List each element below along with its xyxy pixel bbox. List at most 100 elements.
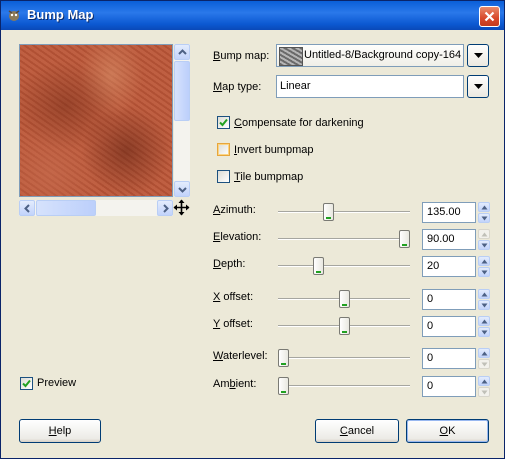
ambient-slider-track[interactable] — [278, 385, 410, 387]
spin-down-arrow-icon — [481, 243, 488, 248]
chevron-right-icon — [163, 204, 169, 213]
spin-down-button[interactable] — [478, 240, 490, 250]
depth-slider-handle[interactable] — [313, 257, 324, 275]
navigate-move-icon[interactable] — [173, 199, 190, 216]
spin-down-arrow-icon — [481, 330, 488, 335]
checkbox-label[interactable]: Compensate for darkening — [234, 117, 364, 129]
window-title: Bump Map — [27, 7, 94, 22]
cancel-button[interactable]: Cancel — [315, 419, 399, 443]
spin-up-arrow-icon — [481, 205, 488, 210]
spin-up-arrow-icon — [481, 319, 488, 324]
spin-up-button[interactable] — [478, 316, 490, 326]
cancel-button-label: Cancel — [339, 425, 375, 437]
checkbox-invert-bumpmap[interactable] — [217, 143, 230, 156]
ambient-label: Ambient: — [213, 378, 257, 390]
azimuth-spin-input[interactable]: 135.00 — [422, 202, 476, 223]
spin-up-button[interactable] — [478, 229, 490, 239]
x-offset-label: X offset: — [213, 291, 254, 303]
chevron-down-icon — [178, 187, 187, 193]
vertical-scroll-thumb[interactable] — [174, 61, 190, 121]
scroll-up-button[interactable] — [174, 44, 190, 60]
depth-slider-track[interactable] — [278, 265, 410, 267]
elevation-slider-track[interactable] — [278, 238, 410, 240]
close-button[interactable] — [479, 6, 500, 27]
chevron-left-icon — [24, 204, 30, 213]
bump-map-dialog: Bump Map Bump map: Untitled-8/Background… — [0, 0, 505, 459]
ambient-spin-buttons[interactable] — [478, 376, 490, 397]
spin-down-arrow-icon — [481, 303, 488, 308]
checkmark-icon — [219, 118, 228, 127]
spin-up-arrow-icon — [481, 232, 488, 237]
close-icon — [484, 11, 495, 22]
help-button[interactable]: Help — [19, 419, 101, 443]
spin-down-button[interactable] — [478, 327, 490, 337]
dropdown-arrow-icon — [474, 53, 483, 58]
x-offset-spin-input[interactable]: 0 — [422, 289, 476, 310]
elevation-slider-handle[interactable] — [399, 230, 410, 248]
map-type-dropdown-button[interactable] — [467, 75, 489, 98]
help-button-label: Help — [48, 425, 72, 437]
azimuth-slider-track[interactable] — [278, 211, 410, 213]
scroll-left-button[interactable] — [19, 200, 35, 216]
elevation-spin-input[interactable]: 90.00 — [422, 229, 476, 250]
ok-button[interactable]: OK — [406, 419, 489, 443]
spin-up-arrow-icon — [481, 292, 488, 297]
waterlevel-label: Waterlevel: — [213, 350, 268, 362]
checkbox-compensate-for-darkening[interactable] — [217, 116, 230, 129]
depth-label: Depth: — [213, 258, 246, 270]
spin-down-arrow-icon — [481, 270, 488, 275]
spin-up-arrow-icon — [481, 259, 488, 264]
bump-map-value: Untitled-8/Background copy-164 — [304, 49, 462, 61]
checkbox-label[interactable]: Tile bumpmap — [234, 171, 303, 183]
elevation-spin-buttons[interactable] — [478, 229, 490, 250]
spin-up-button[interactable] — [478, 202, 490, 212]
waterlevel-spin-buttons[interactable] — [478, 348, 490, 369]
y-offset-spin-buttons[interactable] — [478, 316, 490, 337]
checkbox-tile-bumpmap[interactable] — [217, 170, 230, 183]
azimuth-label: Azimuth: — [213, 204, 256, 216]
bump-map-dropdown-button[interactable] — [467, 44, 489, 67]
spin-down-button[interactable] — [478, 387, 490, 397]
depth-spin-input[interactable]: 20 — [422, 256, 476, 277]
depth-spin-buttons[interactable] — [478, 256, 490, 277]
spin-up-button[interactable] — [478, 289, 490, 299]
preview-label[interactable]: Preview — [37, 377, 76, 389]
chevron-up-icon — [178, 49, 187, 55]
ambient-slider-handle[interactable] — [278, 377, 289, 395]
waterlevel-slider-track[interactable] — [278, 357, 410, 359]
azimuth-slider-handle[interactable] — [323, 203, 334, 221]
spin-down-arrow-icon — [481, 362, 488, 367]
azimuth-spin-buttons[interactable] — [478, 202, 490, 223]
spin-down-button[interactable] — [478, 267, 490, 277]
waterlevel-spin-input[interactable]: 0 — [422, 348, 476, 369]
preview-vertical-scrollbar[interactable] — [174, 44, 190, 197]
spin-up-arrow-icon — [481, 351, 488, 356]
spin-up-arrow-icon — [481, 379, 488, 384]
bump-map-thumbnail — [279, 47, 303, 66]
waterlevel-slider-handle[interactable] — [278, 349, 289, 367]
scroll-down-button[interactable] — [174, 181, 190, 197]
bump-map-combo[interactable]: Untitled-8/Background copy-164 — [276, 44, 464, 67]
y-offset-slider-handle[interactable] — [339, 317, 350, 335]
spin-down-button[interactable] — [478, 359, 490, 369]
spin-up-button[interactable] — [478, 376, 490, 386]
x-offset-slider-handle[interactable] — [339, 290, 350, 308]
spin-down-button[interactable] — [478, 213, 490, 223]
preview-horizontal-scrollbar[interactable] — [19, 200, 173, 216]
spin-up-button[interactable] — [478, 348, 490, 358]
checkbox-label[interactable]: Invert bumpmap — [234, 144, 314, 156]
horizontal-scroll-thumb[interactable] — [36, 200, 96, 216]
spin-up-button[interactable] — [478, 256, 490, 266]
preview-checkbox[interactable] — [20, 377, 33, 390]
y-offset-spin-input[interactable]: 0 — [422, 316, 476, 337]
elevation-label: Elevation: — [213, 231, 262, 243]
x-offset-spin-buttons[interactable] — [478, 289, 490, 310]
spin-down-arrow-icon — [481, 216, 488, 221]
checkmark-icon — [22, 379, 31, 388]
spin-down-button[interactable] — [478, 300, 490, 310]
map-type-combo[interactable]: Linear — [276, 75, 464, 98]
ambient-spin-input[interactable]: 0 — [422, 376, 476, 397]
title-bar[interactable]: Bump Map — [1, 1, 504, 30]
scroll-right-button[interactable] — [157, 200, 173, 216]
map-type-label: Map type: — [213, 81, 262, 93]
